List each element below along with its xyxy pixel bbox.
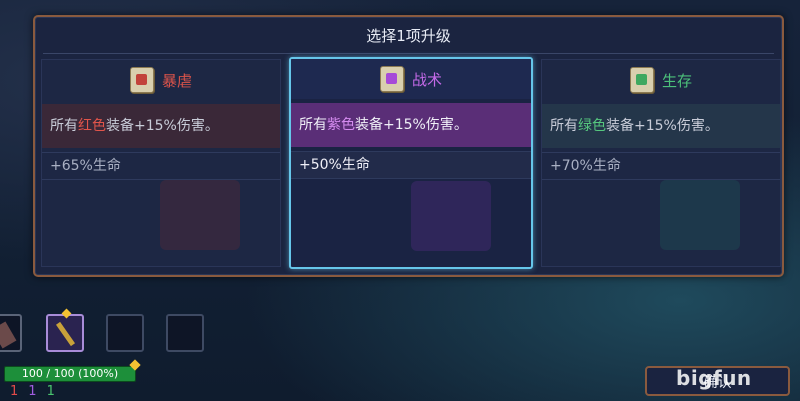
health-text: 100 / 100 (100%) (21, 367, 119, 380)
cross-watermark-icon (660, 180, 740, 250)
color-highlight: 红色 (78, 118, 106, 134)
card-description: 所有绿色装备+15%伤害。 (542, 104, 780, 148)
upgrade-card-brutality[interactable]: 暴虐 所有红色装备+15%伤害。 +65%生命 (41, 59, 281, 267)
upgrade-card-tactics[interactable]: 战术 所有紫色装备+15%伤害。 +50%生命 (289, 57, 533, 269)
card-name: 暴虐 (161, 71, 192, 90)
color-highlight: 紫色 (327, 117, 355, 133)
gem-icon (61, 308, 72, 319)
upgrade-card-survival[interactable]: 生存 所有绿色装备+15%伤害。 +70%生命 (541, 59, 781, 267)
card-stat: +70%生命 (542, 152, 780, 180)
color-counts: 1 1 1 (10, 384, 55, 399)
lightning-icon (379, 66, 404, 92)
upgrade-dialog: 选择1项升级 暴虐 所有红色装备+15%伤害。 +65%生命 战术 所有紫色装备… (33, 15, 784, 277)
health-bar: 100 / 100 (100%) (4, 359, 141, 382)
dialog-title: 选择1项升级 (366, 27, 451, 45)
inventory-slot-weapon[interactable] (46, 308, 84, 352)
inventory-slot-1[interactable] (0, 314, 22, 352)
lightning-watermark-icon (411, 181, 491, 251)
card-stat: +65%生命 (42, 152, 280, 180)
purple-count: 1 (28, 384, 37, 399)
card-name: 战术 (411, 70, 442, 89)
card-description: 所有紫色装备+15%伤害。 (291, 103, 531, 147)
color-highlight: 绿色 (578, 118, 606, 134)
card-name: 生存 (661, 71, 692, 90)
card-header: 战术 (291, 59, 531, 99)
title-divider (43, 53, 774, 54)
green-count: 1 (46, 384, 55, 399)
gem-icon (129, 359, 141, 371)
card-stat: +50%生命 (291, 151, 531, 179)
card-header: 生存 (542, 60, 780, 100)
watermark-logo: bigfun (676, 366, 752, 390)
inventory-slot-empty[interactable] (106, 314, 144, 352)
fist-watermark-icon (160, 180, 240, 250)
inventory-slot-empty[interactable] (166, 314, 204, 352)
fist-icon (129, 67, 154, 93)
red-count: 1 (10, 384, 19, 399)
cross-icon (629, 67, 654, 93)
card-description: 所有红色装备+15%伤害。 (42, 104, 280, 148)
card-header: 暴虐 (42, 60, 280, 100)
